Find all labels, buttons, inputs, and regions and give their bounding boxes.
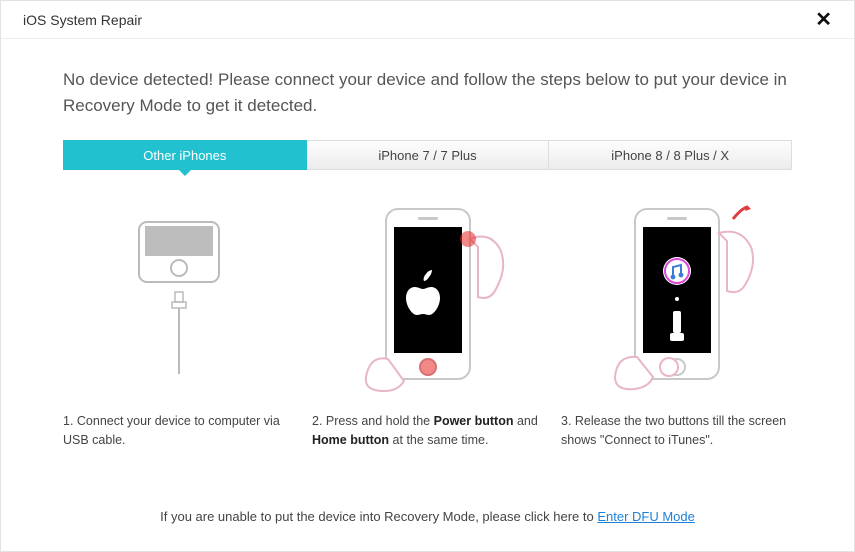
step-2-caption: 2. Press and hold the Power button and H…: [312, 412, 543, 451]
app-window: iOS System Repair ✕ No device detected! …: [0, 0, 855, 552]
phone-cable-icon: [109, 214, 249, 384]
step-3: 3. Release the two buttons till the scre…: [561, 194, 792, 451]
step-1: 1. Connect your device to computer via U…: [63, 194, 294, 451]
tab-iphone-7[interactable]: iPhone 7 / 7 Plus: [307, 140, 550, 170]
footer: If you are unable to put the device into…: [0, 509, 855, 524]
step-2-bold-power: Power button: [434, 414, 514, 428]
steps-row: 1. Connect your device to computer via U…: [63, 194, 792, 451]
titlebar: iOS System Repair ✕: [1, 1, 854, 39]
instruction-text: No device detected! Please connect your …: [63, 67, 792, 118]
device-tabs: Other iPhones iPhone 7 / 7 Plus iPhone 8…: [63, 140, 792, 170]
step-2: 2. Press and hold the Power button and H…: [312, 194, 543, 451]
step-1-caption: 1. Connect your device to computer via U…: [63, 412, 294, 451]
step-2-text-c: at the same time.: [389, 433, 488, 447]
close-icon[interactable]: ✕: [809, 6, 838, 34]
release-itunes-icon: [577, 199, 777, 399]
step-2-illustration: [312, 194, 543, 404]
tab-other-iphones[interactable]: Other iPhones: [63, 140, 307, 170]
window-title: iOS System Repair: [23, 12, 142, 28]
content-area: No device detected! Please connect your …: [1, 39, 854, 451]
step-3-caption: 3. Release the two buttons till the scre…: [561, 412, 792, 451]
step-3-illustration: [561, 194, 792, 404]
press-hold-icon: [328, 199, 528, 399]
step-1-illustration: [63, 194, 294, 404]
enter-dfu-link[interactable]: Enter DFU Mode: [597, 509, 695, 524]
step-2-text-a: 2. Press and hold the: [312, 414, 434, 428]
tab-iphone-8-x[interactable]: iPhone 8 / 8 Plus / X: [549, 140, 792, 170]
step-2-text-b: and: [513, 414, 537, 428]
footer-text: If you are unable to put the device into…: [160, 509, 597, 524]
step-2-bold-home: Home button: [312, 433, 389, 447]
